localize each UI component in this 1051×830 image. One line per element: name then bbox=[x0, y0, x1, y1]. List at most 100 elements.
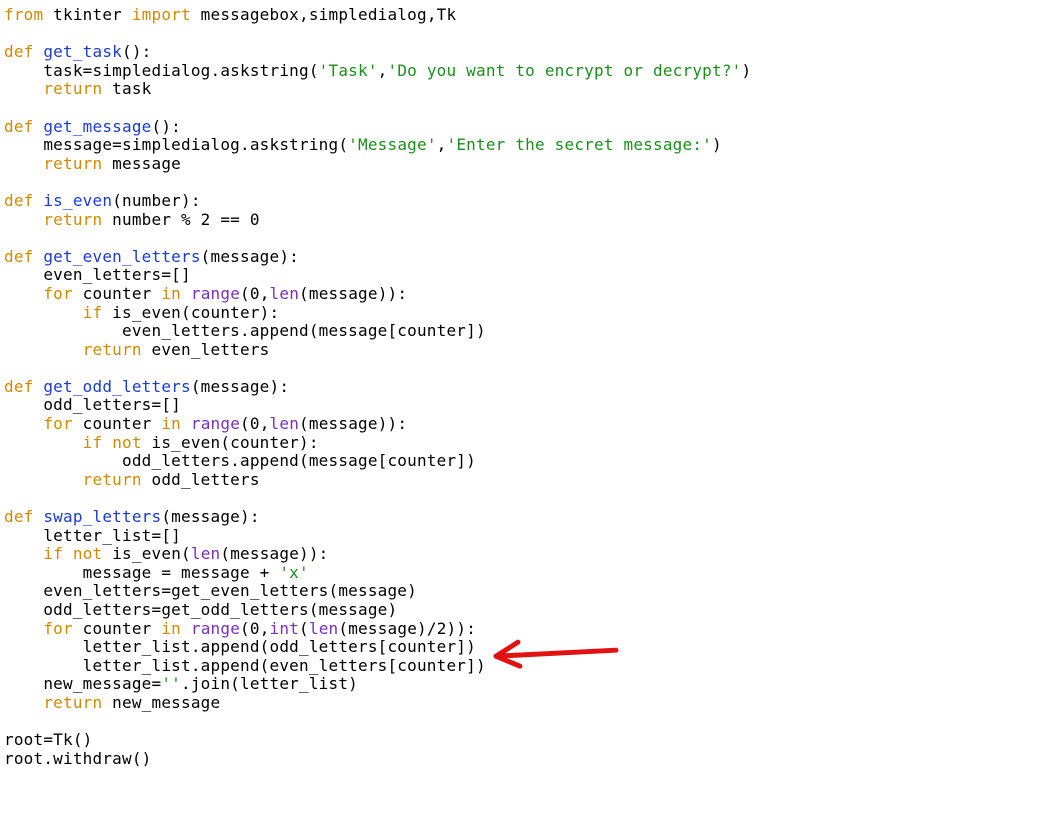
code-token: message = message + bbox=[4, 563, 279, 582]
code-token: (0, bbox=[240, 284, 270, 303]
code-token: get_message bbox=[43, 117, 151, 136]
code-line: root.withdraw() bbox=[4, 749, 152, 768]
code-token: (number): bbox=[112, 191, 201, 210]
code-line: odd_letters=get_odd_letters(message) bbox=[4, 600, 397, 619]
code-line: if not is_even(counter): bbox=[4, 433, 319, 452]
code-line: root=Tk() bbox=[4, 730, 93, 749]
code-token: range bbox=[191, 619, 240, 638]
code-token: (): bbox=[152, 117, 182, 136]
code-token bbox=[34, 247, 44, 266]
code-token bbox=[4, 693, 43, 712]
code-token: is_even(counter): bbox=[102, 303, 279, 322]
code-token: (0, bbox=[240, 619, 270, 638]
code-line: def get_task(): bbox=[4, 42, 152, 61]
code-token: message=simpledialog.askstring( bbox=[4, 135, 348, 154]
code-token: counter bbox=[73, 619, 162, 638]
code-token: len bbox=[270, 414, 300, 433]
code-token: counter bbox=[73, 414, 162, 433]
code-line: return even_letters bbox=[4, 340, 270, 359]
code-line: letter_list=[] bbox=[4, 526, 181, 545]
code-token: letter_list=[] bbox=[4, 526, 181, 545]
code-token: get_even_letters bbox=[43, 247, 200, 266]
code-token: def bbox=[4, 377, 34, 396]
code-token: messagebox,simpledialog,Tk bbox=[191, 5, 457, 24]
code-token: odd_letters=[] bbox=[4, 395, 181, 414]
code-line: for counter in range(0,len(message)): bbox=[4, 414, 407, 433]
code-token: get_task bbox=[43, 42, 122, 61]
code-token: def bbox=[4, 247, 34, 266]
code-token bbox=[181, 284, 191, 303]
code-line: even_letters=[] bbox=[4, 265, 191, 284]
code-token: odd_letters bbox=[142, 470, 260, 489]
code-line: letter_list.append(odd_letters[counter]) bbox=[4, 637, 476, 656]
code-token: is_even bbox=[43, 191, 112, 210]
code-token: if bbox=[83, 433, 103, 452]
code-token: message bbox=[102, 154, 181, 173]
code-line: return message bbox=[4, 154, 181, 173]
code-line: message=simpledialog.askstring('Message'… bbox=[4, 135, 722, 154]
code-line: message = message + 'x' bbox=[4, 563, 309, 582]
code-token: def bbox=[4, 42, 34, 61]
code-token: 'Task' bbox=[319, 61, 378, 80]
code-token: tkinter bbox=[43, 5, 132, 24]
code-token: .join(letter_list) bbox=[181, 674, 358, 693]
code-line: task=simpledialog.askstring('Task','Do y… bbox=[4, 61, 751, 80]
code-token: return bbox=[83, 340, 142, 359]
code-token: root=Tk() bbox=[4, 730, 93, 749]
code-token: is_even(counter): bbox=[142, 433, 319, 452]
code-token: def bbox=[4, 117, 34, 136]
code-token bbox=[4, 544, 43, 563]
code-token: (message): bbox=[191, 377, 289, 396]
code-token: '' bbox=[161, 674, 181, 693]
code-line: odd_letters=[] bbox=[4, 395, 181, 414]
code-token: in bbox=[161, 619, 181, 638]
code-token: len bbox=[191, 544, 221, 563]
code-token: letter_list.append(odd_letters[counter]) bbox=[4, 637, 476, 656]
code-token: def bbox=[4, 191, 34, 210]
code-token: root.withdraw() bbox=[4, 749, 152, 768]
code-token: ( bbox=[299, 619, 309, 638]
code-token: if bbox=[83, 303, 103, 322]
code-token: odd_letters=get_odd_letters(message) bbox=[4, 600, 397, 619]
code-token bbox=[4, 303, 83, 322]
code-token bbox=[34, 117, 44, 136]
code-token bbox=[181, 619, 191, 638]
code-token: from bbox=[4, 5, 43, 24]
code-token: return bbox=[43, 79, 102, 98]
code-token bbox=[4, 79, 43, 98]
code-token bbox=[34, 191, 44, 210]
code-line: def get_message(): bbox=[4, 117, 181, 136]
code-line: for counter in range(0,int(len(message)/… bbox=[4, 619, 476, 638]
code-token: len bbox=[309, 619, 339, 638]
code-line: def get_odd_letters(message): bbox=[4, 377, 289, 396]
code-line: new_message=''.join(letter_list) bbox=[4, 674, 358, 693]
code-token: 'x' bbox=[279, 563, 309, 582]
code-token: even_letters=get_even_letters(message) bbox=[4, 581, 417, 600]
code-token: new_message bbox=[102, 693, 220, 712]
code-token bbox=[4, 340, 83, 359]
code-token: , bbox=[378, 61, 388, 80]
code-token bbox=[4, 284, 43, 303]
code-token: new_message= bbox=[4, 674, 161, 693]
code-token: return bbox=[43, 210, 102, 229]
code-token: (message)): bbox=[220, 544, 328, 563]
code-token: is_even( bbox=[102, 544, 191, 563]
code-line: def swap_letters(message): bbox=[4, 507, 260, 526]
code-token: not bbox=[73, 544, 103, 563]
code-token: range bbox=[191, 284, 240, 303]
code-token: task bbox=[102, 79, 151, 98]
code-line: def is_even(number): bbox=[4, 191, 201, 210]
code-line: even_letters.append(message[counter]) bbox=[4, 321, 486, 340]
code-token: return bbox=[83, 470, 142, 489]
code-token bbox=[4, 154, 43, 173]
code-token: counter bbox=[73, 284, 162, 303]
code-token bbox=[34, 507, 44, 526]
code-token bbox=[102, 433, 112, 452]
code-line: letter_list.append(even_letters[counter]… bbox=[4, 656, 486, 675]
code-token: range bbox=[191, 414, 240, 433]
code-token: return bbox=[43, 693, 102, 712]
code-token: 'Message' bbox=[348, 135, 437, 154]
code-token: (0, bbox=[240, 414, 270, 433]
code-token: def bbox=[4, 507, 34, 526]
code-token: import bbox=[132, 5, 191, 24]
